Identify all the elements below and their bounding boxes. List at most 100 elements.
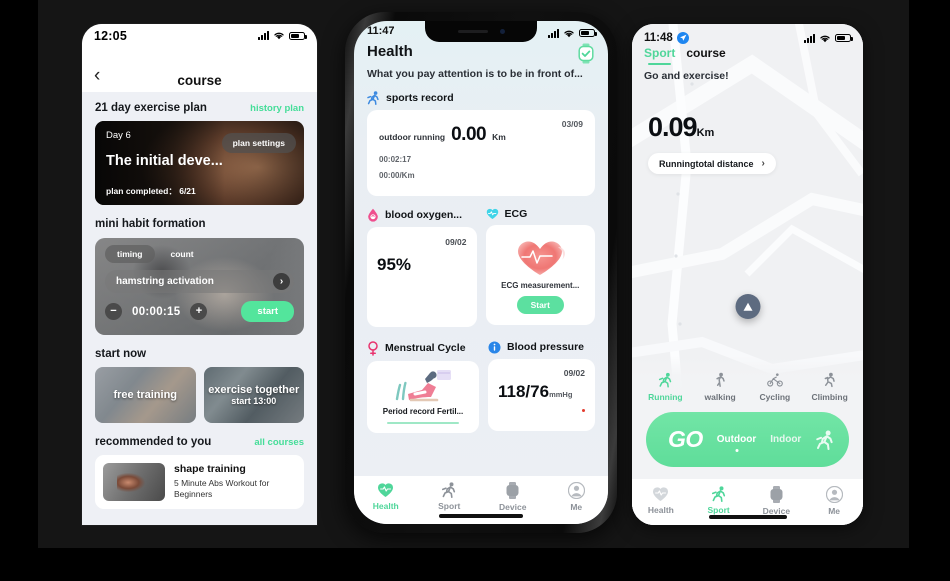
sports-record-title: sports record (386, 91, 454, 104)
heart-icon (652, 486, 669, 502)
mode-climbing[interactable]: Climbing (802, 372, 857, 402)
exercise-together-time: start 13:00 (231, 396, 277, 407)
phone2-clock: 11:47 (367, 25, 395, 37)
phone-2-health-screen: 11:47 Health What you pay attention is t… (345, 12, 617, 533)
tab-me-label: Me (828, 506, 841, 516)
tab-health-label: Health (647, 505, 674, 515)
habit-tab-timing[interactable]: timing (105, 245, 155, 263)
plan-completed-value: 6/21 (179, 186, 196, 196)
mode-cycling[interactable]: Cycling (748, 372, 803, 402)
distance-display: 0.09Km (632, 82, 863, 143)
exercise-together-card[interactable]: exercise together start 13:00 (203, 367, 304, 423)
home-indicator[interactable] (708, 515, 787, 519)
increment-button[interactable]: + (190, 303, 208, 320)
cycling-icon (767, 372, 783, 388)
phone1-status-bar: 12:05 (82, 24, 317, 68)
plan-completed-label: plan completed： (106, 186, 177, 196)
chevron-right-icon: › (761, 158, 765, 169)
history-plan-link[interactable]: history plan (250, 103, 304, 114)
tab-me[interactable]: Me (545, 482, 609, 512)
tab-health[interactable]: Health (632, 486, 690, 525)
watch-icon (505, 482, 520, 499)
mode-walking[interactable]: walking (693, 372, 748, 402)
pill-label: Runningtotal distance (659, 158, 754, 169)
tab-me[interactable]: Me (805, 486, 863, 525)
go-outdoor-option[interactable]: Outdoor (717, 434, 756, 445)
phone1-nav-bar: ‹ course (82, 66, 317, 92)
exercise-prompt: Go and exercise! (644, 70, 729, 82)
running-total-distance-pill[interactable]: Runningtotal distance › (648, 153, 776, 174)
habit-start-button[interactable]: start (241, 301, 294, 322)
wifi-icon (819, 34, 831, 43)
front-camera-icon (499, 29, 505, 34)
habit-mode-tabs: timing count (95, 238, 304, 263)
go-start-button[interactable]: GO Outdoor Indoor (646, 412, 849, 467)
all-courses-link[interactable]: all courses (254, 437, 304, 448)
decrement-button[interactable]: − (105, 303, 122, 320)
sports-distance-unit: Km (492, 131, 506, 142)
tab-device-label: Device (499, 502, 527, 512)
bp-reading: 118/76 (498, 381, 550, 401)
mode-climbing-label: Climbing (811, 392, 848, 402)
tab-sport[interactable]: Sport (690, 486, 748, 525)
chevron-right-icon[interactable]: › (273, 273, 290, 290)
smartwatch-icon[interactable] (578, 43, 594, 64)
user-icon (825, 486, 843, 503)
recommended-title: recommended to you (95, 436, 212, 448)
tab-sport[interactable]: Sport (418, 482, 482, 511)
habit-timer-row: − 00:00:15 + start (105, 301, 294, 322)
ecg-measurement-text: ECG measurement... (501, 280, 580, 290)
ecg-start-button[interactable]: Start (516, 295, 564, 314)
menstrual-progress (387, 421, 459, 424)
menstrual-cycle-card[interactable]: Period record Fertil... (367, 360, 479, 433)
tab-device[interactable]: Device (481, 482, 545, 512)
blood-pressure-header: Blood pressure (488, 341, 595, 354)
free-training-card[interactable]: free training (95, 367, 196, 423)
mode-walking-label: walking (704, 392, 736, 402)
health-slogan: What you pay attention is to be in front… (367, 68, 583, 80)
ecg-card[interactable]: ECG measurement... Start (485, 224, 595, 325)
blood-pressure-title: Blood pressure (507, 341, 585, 354)
tab-sport-label: Sport (707, 505, 730, 515)
phone3-bottom-panel: Running walking Cycling Climbing GO Outd… (632, 356, 863, 525)
blood-pressure-card[interactable]: 09/02 118/76mmHg (488, 358, 595, 431)
menstrual-header: Menstrual Cycle (367, 340, 479, 356)
bp-value: 118/76mmHg (498, 382, 585, 402)
tab-health[interactable]: Health (354, 482, 418, 511)
phone3-top-tabs: Sport course (632, 44, 863, 65)
ecg-illustration (502, 233, 578, 279)
distance-unit: Km (696, 127, 715, 139)
habit-exercise-selector[interactable]: hamstring activation › (105, 270, 294, 293)
user-icon (567, 482, 585, 499)
go-label: GO (668, 426, 703, 452)
app-title: Health (367, 43, 413, 60)
wifi-icon (563, 29, 575, 38)
running-icon (658, 372, 673, 388)
plan-headline: The initial deve... (106, 153, 223, 169)
navigation-arrow-icon[interactable] (735, 294, 760, 319)
go-indoor-option[interactable]: Indoor (770, 434, 801, 445)
tab-course-top[interactable]: course (686, 46, 725, 60)
home-indicator[interactable] (439, 514, 523, 518)
female-symbol-icon (367, 340, 379, 356)
plan-section-header: 21 day exercise plan history plan (95, 102, 304, 114)
menstrual-text: Period record Fertil... (382, 406, 464, 416)
tab-device[interactable]: Device (748, 486, 806, 525)
tab-sport-top[interactable]: Sport (644, 46, 675, 65)
earpiece-speaker (457, 29, 488, 34)
wifi-icon (273, 31, 285, 40)
blood-oxygen-card[interactable]: 09/02 95% (367, 226, 477, 327)
blood-drop-icon (367, 208, 379, 222)
back-chevron-icon[interactable]: ‹ (94, 66, 100, 85)
sports-record-card[interactable]: 03/09 outdoor running 0.00 Km 00:02:17 0… (367, 109, 595, 196)
exercise-together-label: exercise together (208, 383, 300, 396)
location-arrow-icon (676, 32, 689, 44)
habit-tab-count[interactable]: count (161, 245, 204, 263)
mode-running[interactable]: Running (638, 372, 693, 402)
recommended-course-card[interactable]: shape training 5 Minute Abs Workout for … (95, 455, 304, 509)
recommended-header: recommended to you all courses (95, 436, 304, 448)
menstrual-title: Menstrual Cycle (385, 342, 466, 355)
plan-settings-button[interactable]: plan settings (221, 133, 296, 153)
exercise-plan-card[interactable]: Day 6 plan settings The initial deve... … (95, 121, 304, 205)
battery-icon (835, 34, 853, 42)
